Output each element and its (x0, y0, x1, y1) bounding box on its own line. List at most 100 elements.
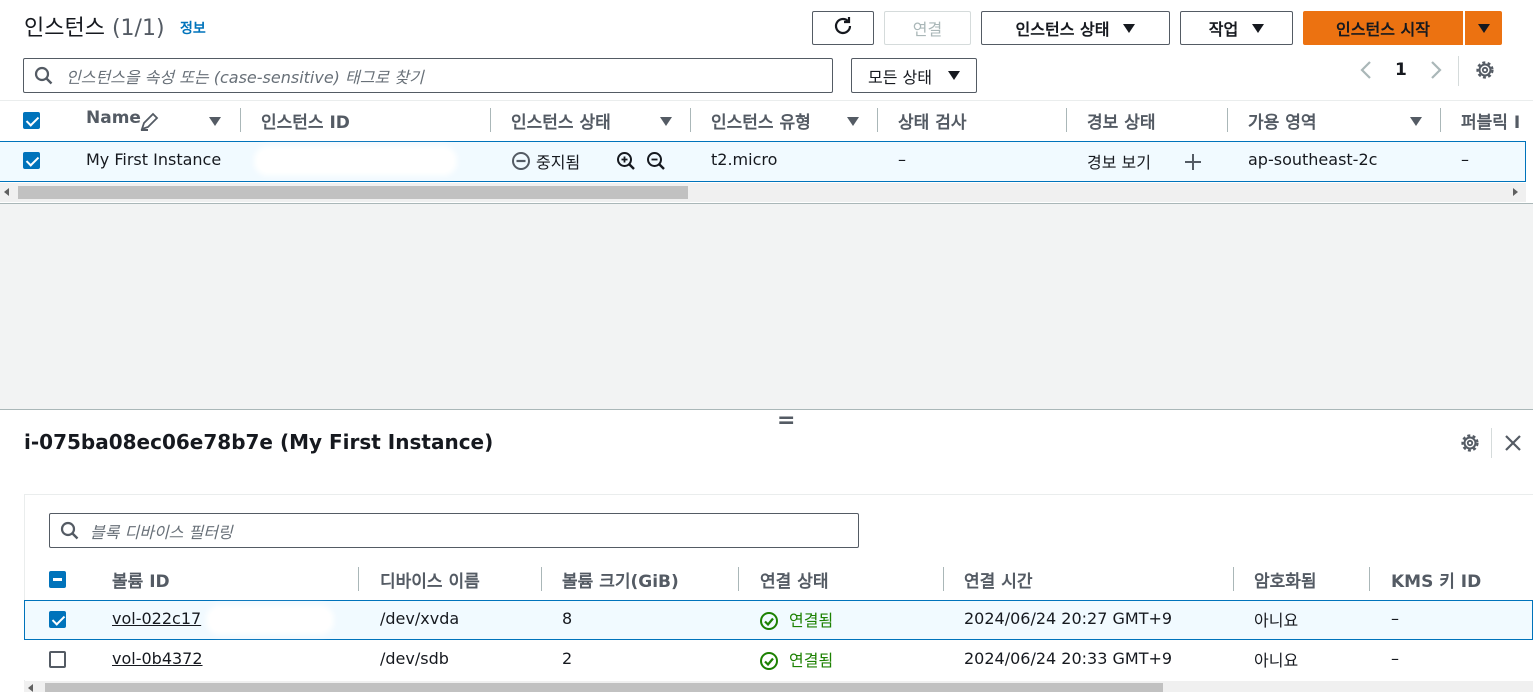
volume-size: 2 (562, 649, 573, 668)
column-header-encrypted[interactable]: 암호화됨 (1254, 567, 1317, 592)
divider (1491, 428, 1492, 458)
search-icon (60, 521, 79, 539)
instance-name: My First Instance (86, 150, 222, 169)
search-placeholder: 인스턴스을 속성 또는 (case-sensitive) 태그로 찾기 (66, 67, 424, 87)
select-all-volumes-checkbox[interactable] (49, 571, 66, 588)
close-icon[interactable] (1503, 433, 1523, 457)
details-settings-gear-icon[interactable] (1459, 432, 1481, 458)
horizontal-scrollbar[interactable] (0, 183, 1526, 202)
column-header-kms[interactable]: KMS 키 ID (1391, 567, 1481, 592)
page-title: 인스턴스 (1/1) (24, 10, 165, 42)
resize-handle[interactable]: = (777, 408, 795, 433)
refresh-button[interactable] (812, 11, 874, 45)
instance-search-input[interactable]: 인스턴스을 속성 또는 (case-sensitive) 태그로 찾기 (23, 58, 833, 93)
device-name: /dev/sdb (380, 649, 449, 668)
column-divider (541, 567, 542, 591)
encrypted: 아니요 (1254, 611, 1299, 630)
caret-down-icon (1252, 23, 1265, 33)
column-header-status-check[interactable]: 상태 검사 (898, 108, 966, 133)
column-header-alarm[interactable]: 경보 상태 (1087, 108, 1155, 133)
horizontal-scrollbar[interactable] (24, 681, 1533, 692)
split-divider (0, 409, 1533, 410)
column-divider (690, 108, 691, 132)
status-check: – (898, 150, 906, 169)
column-divider (358, 567, 359, 591)
availability-zone: ap-southeast-2c (1248, 150, 1378, 169)
actions-button[interactable]: 작업 (1180, 11, 1293, 45)
state-filter-value: 모든 상태 (868, 67, 932, 87)
volume-id-link[interactable]: vol-0b4372 (112, 649, 203, 668)
zoom-in-icon[interactable] (616, 151, 636, 175)
connect-button[interactable]: 연결 (884, 11, 971, 45)
column-divider (1440, 108, 1441, 132)
settings-gear-icon[interactable] (1474, 59, 1496, 85)
row-checkbox[interactable] (49, 651, 66, 668)
block-device-filter-input[interactable]: 블록 디바이스 필터링 (49, 513, 859, 548)
success-check-icon (759, 651, 779, 675)
instance-state: 중지됨 (536, 153, 581, 172)
column-divider (1227, 108, 1228, 132)
attach-status: 연결됨 (789, 651, 834, 670)
divider (0, 100, 1533, 101)
filter-placeholder: 블록 디바이스 필터링 (90, 522, 233, 542)
divider (0, 203, 1533, 204)
column-header-device[interactable]: 디바이스 이름 (380, 567, 480, 592)
refresh-icon (832, 15, 854, 41)
instance-state-button[interactable]: 인스턴스 상태 (981, 11, 1170, 45)
column-divider (240, 108, 241, 132)
column-header-name-label: Name (86, 108, 141, 128)
scrollbar-thumb[interactable] (18, 186, 688, 199)
next-page-icon[interactable] (1428, 60, 1444, 84)
details-title: i-075ba08ec06e78b7e (My First Instance) (24, 430, 494, 454)
sort-icon[interactable] (660, 117, 672, 126)
instance-state-label: 인스턴스 상태 (1015, 20, 1110, 39)
success-check-icon (759, 611, 779, 635)
column-divider (943, 567, 944, 591)
sort-icon[interactable] (1410, 117, 1422, 126)
redaction-mask (210, 609, 330, 631)
scroll-left-icon[interactable] (4, 188, 9, 196)
column-header-attach-status[interactable]: 연결 상태 (760, 567, 828, 592)
column-header-size[interactable]: 볼륨 크기(GiB) (562, 567, 679, 592)
column-header-az[interactable]: 가용 영역 (1248, 108, 1316, 133)
scroll-left-icon[interactable] (28, 684, 33, 692)
column-header-volume-id[interactable]: 볼륨 ID (112, 567, 170, 592)
redaction-mask (258, 150, 453, 172)
column-header-state[interactable]: 인스턴스 상태 (511, 108, 611, 133)
divider (1458, 56, 1459, 86)
state-filter-select[interactable]: 모든 상태 (851, 58, 977, 93)
column-header-type[interactable]: 인스턴스 유형 (711, 108, 811, 133)
launch-dropdown-button[interactable] (1465, 11, 1502, 45)
caret-down-icon (1123, 23, 1136, 33)
row-checkbox[interactable] (49, 611, 66, 628)
launch-instances-button[interactable]: 인스턴스 시작 (1303, 11, 1463, 45)
volume-id-link[interactable]: vol-022c17 (112, 609, 201, 628)
column-divider (877, 108, 878, 132)
attach-time: 2024/06/24 20:33 GMT+9 (964, 649, 1173, 668)
search-icon (34, 66, 53, 84)
caret-down-icon (947, 71, 960, 80)
add-alarm-icon[interactable] (1183, 152, 1203, 176)
row-checkbox[interactable] (23, 152, 40, 169)
page-title-text: 인스턴스 (24, 16, 105, 41)
select-all-checkbox[interactable] (23, 112, 40, 129)
zoom-out-icon[interactable] (646, 151, 666, 175)
column-divider (1066, 108, 1067, 132)
column-divider (1369, 567, 1370, 591)
current-page[interactable]: 1 (1395, 60, 1407, 80)
info-link[interactable]: 정보 (180, 18, 206, 38)
view-alarms-link[interactable]: 경보 보기 (1087, 149, 1151, 173)
volume-size: 8 (562, 609, 573, 628)
scroll-right-icon[interactable] (1513, 188, 1518, 196)
column-header-public[interactable]: 퍼블릭 I (1461, 108, 1533, 133)
column-header-attach-time[interactable]: 연결 시간 (964, 567, 1032, 592)
scrollbar-thumb[interactable] (45, 683, 1163, 692)
device-name: /dev/xvda (380, 609, 460, 628)
kms-key: – (1391, 609, 1399, 628)
column-header-instance-id[interactable]: 인스턴스 ID (261, 108, 350, 133)
prev-page-icon[interactable] (1358, 60, 1374, 86)
column-divider (490, 108, 491, 132)
sort-icon[interactable] (847, 117, 859, 126)
column-header-name[interactable]: Name (86, 108, 141, 128)
sort-icon[interactable] (209, 117, 221, 126)
